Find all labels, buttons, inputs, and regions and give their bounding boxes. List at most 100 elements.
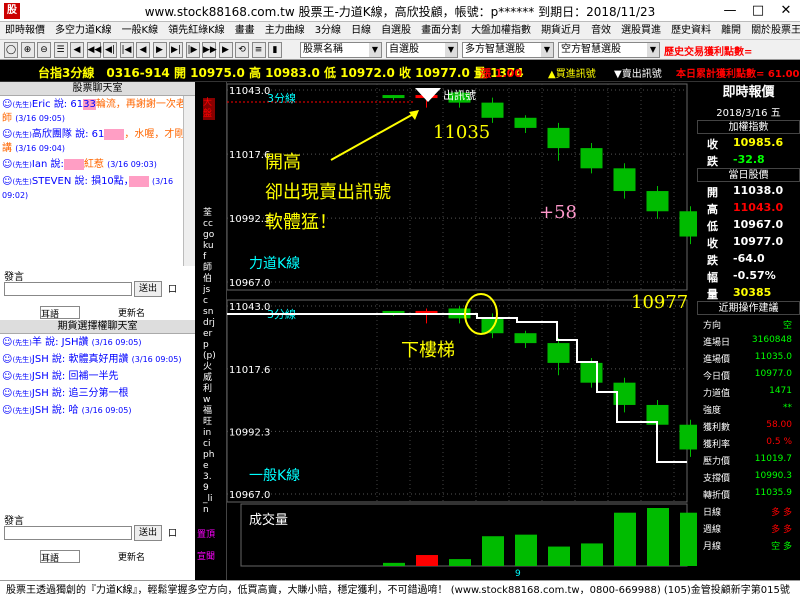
menu-item-12[interactable]: 音效 [586, 22, 616, 39]
smile-icon: ☺ [2, 159, 13, 170]
menu-item-15[interactable]: 離開 [716, 22, 746, 39]
x-tick-label: 9 [515, 569, 521, 579]
daily-profit: 本日累計獲利點數= 61.00 [676, 69, 800, 80]
candlestick-chart[interactable]: 11043.0 11017.6 10992.3 10967.0 3分線力道K線 11043… [226, 82, 768, 580]
toolbar-button-7[interactable]: |◀ [119, 42, 134, 58]
chart-type-label: 力道K線 [249, 256, 300, 272]
app-window: 股 www.stock88168.com.tw 股票王-力道K線，高欣投顧，帳號… [0, 0, 800, 600]
toolbar-button-11[interactable]: |▶ [185, 42, 200, 58]
quote-value: 10967.0 [733, 218, 784, 231]
whisper-select[interactable]: 耳語 [40, 306, 80, 320]
user-name[interactable]: JSH [32, 405, 49, 416]
stock-chat-send-button[interactable]: 送出 [134, 281, 162, 297]
watchlist-select[interactable]: 自選股 ▼ [386, 42, 458, 58]
close-button[interactable]: ✕ [772, 0, 800, 21]
market-tag: 大盤 [203, 98, 215, 120]
quote-row: 強度 ** [697, 400, 800, 417]
toolbar-button-12[interactable]: ▶▶ [202, 42, 217, 58]
quote-key: 月線 [703, 542, 722, 552]
toolbar-button-15[interactable]: ≡ [251, 42, 266, 58]
short-strategy-select[interactable]: 空方智慧選股 ▼ [558, 42, 660, 58]
menu-item-10[interactable]: 大盤加權指數 [466, 22, 536, 39]
user-name[interactable]: JSH [32, 388, 49, 399]
menu-item-8[interactable]: 自選股 [376, 22, 416, 39]
toolbar-button-0[interactable]: ◯ [4, 42, 18, 58]
menu-item-7[interactable]: 日線 [346, 22, 376, 39]
quote-value: 1471 [769, 386, 792, 396]
toolbar-button-4[interactable]: ◀ [70, 42, 84, 58]
user-name[interactable]: Ian [32, 159, 47, 170]
signal-label: 出訊號 [443, 88, 476, 102]
realtime-title: 即時報價 [722, 85, 775, 100]
chart-area[interactable]: 11043.0 11017.6 10992.3 10967.0 3分線 力道K線 11043… [226, 82, 768, 580]
quote-value: 11038.0 [733, 184, 784, 197]
toolbar-button-1[interactable]: ⊕ [20, 42, 35, 58]
checkbox[interactable]: 口 [168, 282, 177, 295]
maximize-button[interactable]: □ [744, 0, 772, 21]
announce-label[interactable]: 宣聞 [197, 552, 221, 563]
menu-item-4[interactable]: 畫畫 [230, 22, 260, 39]
user-name[interactable]: Eric [32, 99, 51, 110]
long-strategy-select[interactable]: 多方智慧選股 ▼ [462, 42, 554, 58]
toolbar-button-8[interactable]: ◀ [136, 42, 150, 58]
menu-item-6[interactable]: 3分線 [310, 22, 346, 39]
toolbar-button-6[interactable]: ◀| [103, 42, 117, 58]
quote-value: 多 多 [771, 508, 792, 518]
rename-link[interactable]: 更新名 [118, 306, 145, 319]
quote-key: 開 [707, 186, 718, 199]
whisper-select[interactable]: 耳語 [40, 550, 80, 564]
quote-value: 10990.3 [754, 471, 792, 481]
menu-item-5[interactable]: 主力曲線 [260, 22, 310, 39]
menu-item-16[interactable]: 關於股票王 [746, 22, 800, 39]
annotation-stair: 下樓梯 [401, 340, 455, 361]
user-list[interactable]: 荃ccgokuf師伯 jsc sndrjerp(p)火威利w福旺 in ciph… [203, 208, 216, 516]
toolbar-button-5[interactable]: ◀◀ [86, 42, 101, 58]
candle [514, 333, 537, 344]
candle [481, 318, 504, 334]
menu-item-2[interactable]: 一般K線 [117, 22, 164, 39]
toolbar-button-16[interactable]: ▮ [268, 42, 282, 58]
quote-row: 壓力價 11019.7 [697, 451, 800, 468]
quote-row: 方向 空 [697, 315, 800, 332]
minimize-button[interactable]: — [716, 0, 744, 21]
smile-icon: ☺ [2, 99, 13, 110]
menu-item-14[interactable]: 歷史資料 [666, 22, 716, 39]
futures-chat-messages[interactable]: ☺(先生)羊 說: JSH讚 (3/16 09:05) ☺(先生)JSH 說: 軟… [0, 334, 195, 510]
toolbar-button-9[interactable]: ▶ [152, 42, 167, 58]
toolbar-button-3[interactable]: ☰ [53, 42, 68, 58]
menu-item-13[interactable]: 選股買進 [616, 22, 666, 39]
stock-name-select[interactable]: 股票名稱 ▼ [300, 42, 382, 58]
rename-link[interactable]: 更新名 [118, 550, 145, 563]
toolbar-button-14[interactable]: ⟲ [235, 42, 249, 58]
toolbar-button-10[interactable]: ▶| [169, 42, 183, 58]
volume-bar [449, 559, 471, 566]
user-name[interactable]: JSH [32, 354, 49, 365]
quote-key: 支撐價 [703, 474, 731, 484]
stock-chat-input[interactable] [4, 282, 132, 296]
toolbar-button-2[interactable]: ⊖ [37, 42, 51, 58]
pin-label[interactable]: 置頂 [197, 530, 221, 541]
stock-chat-messages[interactable]: ☺(先生)Eric 說: 6133輪流，再謝謝一次老師 (3/16 09:05)… [0, 96, 195, 266]
toolbar-button-13[interactable]: ▶ [218, 42, 233, 58]
menu-item-9[interactable]: 畫面分割 [416, 22, 466, 39]
menu-item-1[interactable]: 多空力道K線 [50, 22, 117, 39]
message-text: 說: [50, 159, 64, 170]
user-name[interactable]: JSH [32, 371, 49, 382]
chart-type-label: 一般K線 [249, 468, 300, 484]
user-name[interactable]: STEVEN [32, 176, 71, 187]
user-name[interactable]: 羊 [32, 337, 42, 348]
candle [613, 168, 636, 192]
quote-value: 11043.0 [733, 201, 784, 214]
menu-item-11[interactable]: 期貨近月 [536, 22, 586, 39]
toolbar: ◯ ⊕ ⊖ ☰ ◀ ◀◀ ◀| |◀ ◀ ▶ ▶| |▶ ▶▶ ▶ ⟲ ≡ ▮ 股票名稱 ▼ 自選股 ▼ 多方智慧選… [0, 40, 800, 60]
menu-item-3[interactable]: 領先紅綠K線 [163, 22, 230, 39]
message-time: (3/16 09:03) [107, 160, 157, 169]
checkbox[interactable]: 口 [168, 526, 177, 539]
chat-scrollbar[interactable] [183, 96, 195, 266]
futures-chat-send-button[interactable]: 送出 [134, 525, 162, 541]
menu-item-0[interactable]: 即時報價 [0, 22, 50, 39]
buy-signal-legend: ▲買進訊號 [548, 69, 596, 80]
futures-chat-input[interactable] [4, 526, 132, 540]
user-name[interactable]: 高欣團隊 [32, 129, 72, 140]
message-text: 說: 軟體真好用讚 [51, 354, 129, 365]
